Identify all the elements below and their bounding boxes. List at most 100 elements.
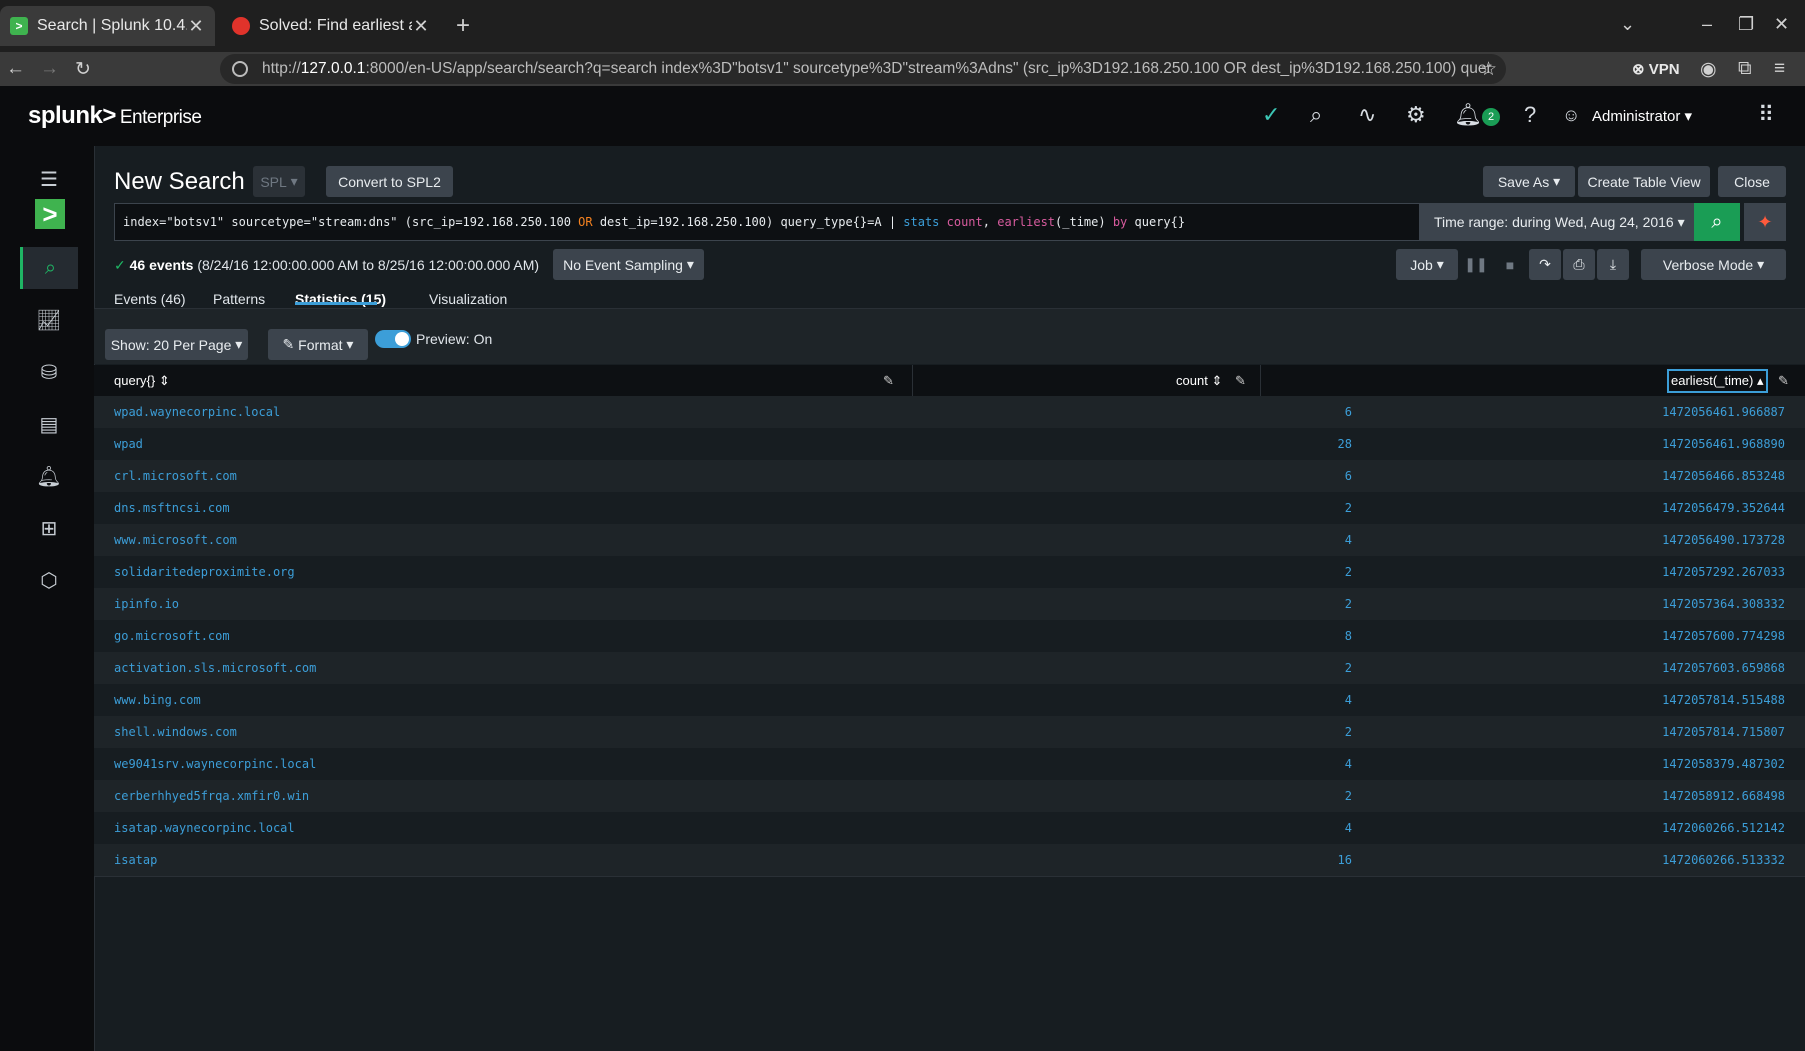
cell-query[interactable]: www.microsoft.com [114,533,237,547]
cell-earliest-time[interactable]: 1472057603.659868 [1662,661,1785,675]
cell-query[interactable]: www.bing.com [114,693,201,707]
cell-earliest-time[interactable]: 1472057364.308332 [1662,597,1785,611]
browser-tab-splunk[interactable]: > Search | Splunk 10.4.1 ✕ [0,6,215,46]
preview-toggle[interactable] [375,330,411,348]
cell-earliest-time[interactable]: 1472056490.173728 [1662,533,1785,547]
restore-icon[interactable]: ❐ [1738,14,1754,35]
cell-earliest-time[interactable]: 1472057814.515488 [1662,693,1785,707]
reload-icon[interactable]: ↻ [75,58,91,81]
close-button[interactable]: Close [1718,166,1786,197]
column-header-count[interactable]: count ⇕ [1176,373,1222,389]
new-tab-icon[interactable]: + [456,12,470,40]
cell-earliest-time[interactable]: 1472060266.512142 [1662,821,1785,835]
tab-patterns[interactable]: Patterns [213,291,265,307]
cell-earliest-time[interactable]: 1472056461.966887 [1662,405,1785,419]
site-info-icon[interactable] [232,61,248,77]
help-icon[interactable]: ? [1524,102,1536,128]
per-page-dropdown[interactable]: Show: 20 Per Page ▾ [105,329,248,360]
cell-count[interactable]: 6 [1345,469,1352,483]
rail-datasets-icon[interactable]: ⛁ [20,351,78,393]
export-icon[interactable]: ⤓ [1597,249,1629,280]
format-dropdown[interactable]: ✎ Format ▾ [268,329,368,360]
cell-count[interactable]: 6 [1345,405,1352,419]
print-icon[interactable]: ⎙ [1563,249,1595,280]
cell-query[interactable]: crl.microsoft.com [114,469,237,483]
rail-analytics-icon[interactable]: 📈︎ [20,299,78,341]
cell-query[interactable]: isatap.waynecorpinc.local [114,821,295,835]
address-bar[interactable]: http://127.0.0.1:8000/en-US/app/search/s… [220,54,1506,84]
cell-count[interactable]: 4 [1345,757,1352,771]
cell-earliest-time[interactable]: 1472056479.352644 [1662,501,1785,515]
search-icon[interactable]: ⌕ [1310,102,1322,128]
ai-assistant-button[interactable]: ✦ [1744,203,1786,241]
tab-events[interactable]: Events (46) [114,291,186,307]
column-header-query[interactable]: query{} ⇕ [114,373,170,389]
extensions-icon[interactable]: ⧉ [1738,58,1752,80]
cell-count[interactable]: 2 [1345,789,1352,803]
settings-gear-icon[interactable]: ⚙ [1406,102,1426,128]
pause-icon[interactable]: ❚❚ [1460,249,1492,280]
cell-count[interactable]: 8 [1345,629,1352,643]
menu-hamburger-icon[interactable]: ☰ [20,158,78,200]
close-tab-icon[interactable]: ✕ [412,16,430,37]
edit-column-icon[interactable]: ✎ [1235,373,1246,389]
user-menu[interactable]: Administrator ▾ [1592,107,1692,125]
health-check-icon[interactable]: ✓ [1262,102,1280,128]
cell-query[interactable]: activation.sls.microsoft.com [114,661,316,675]
profile-icon[interactable]: ◉ [1700,58,1717,81]
close-tab-icon[interactable]: ✕ [187,16,205,37]
window-close-icon[interactable]: ✕ [1774,14,1789,35]
cell-earliest-time[interactable]: 1472060266.513332 [1662,853,1785,867]
cell-earliest-time[interactable]: 1472058912.668498 [1662,789,1785,803]
cell-query[interactable]: solidaritedeproximite.org [114,565,295,579]
cell-earliest-time[interactable]: 1472056461.968890 [1662,437,1785,451]
event-sampling-dropdown[interactable]: No Event Sampling ▾ [553,249,704,280]
back-icon[interactable]: ← [6,58,25,80]
create-table-view-button[interactable]: Create Table View [1578,166,1710,197]
cell-count[interactable]: 2 [1345,597,1352,611]
cell-query[interactable]: dns.msftncsi.com [114,501,230,515]
stop-icon[interactable]: ■ [1494,249,1526,280]
save-as-button[interactable]: Save As ▾ [1483,166,1575,197]
tab-list-chevron-icon[interactable]: ⌄ [1620,14,1635,35]
browser-tab-solved[interactable]: Solved: Find earliest and l ✕ [222,6,440,46]
cell-query[interactable]: we9041srv.waynecorpinc.local [114,757,316,771]
app-grid-icon[interactable]: ⠿ [1758,102,1774,128]
cell-count[interactable]: 4 [1345,533,1352,547]
cell-earliest-time[interactable]: 1472058379.487302 [1662,757,1785,771]
edit-column-icon[interactable]: ✎ [883,373,894,389]
rail-alerts-bell-icon[interactable]: 🔔︎ [20,455,78,497]
cell-count[interactable]: 4 [1345,693,1352,707]
cell-earliest-time[interactable]: 1472057814.715807 [1662,725,1785,739]
column-header-earliest-time[interactable]: earliest(_time) ▴ [1667,369,1768,393]
bookmark-star-icon[interactable]: ☆ [1480,58,1497,81]
cell-earliest-time[interactable]: 1472057292.267033 [1662,565,1785,579]
cell-earliest-time[interactable]: 1472056466.853248 [1662,469,1785,483]
share-icon[interactable]: ↷ [1529,249,1561,280]
cell-query[interactable]: cerberhhyed5frqa.xmfir0.win [114,789,309,803]
cell-count[interactable]: 2 [1345,725,1352,739]
notifications-bell-icon[interactable]: 🔔︎ [1454,102,1482,128]
tab-visualization[interactable]: Visualization [429,291,507,307]
splunk-logo[interactable]: splunk> Enterprise [28,102,202,130]
cell-count[interactable]: 4 [1345,821,1352,835]
cell-count[interactable]: 2 [1345,661,1352,675]
cell-count[interactable]: 2 [1345,565,1352,579]
cell-query[interactable]: ipinfo.io [114,597,179,611]
rail-apps-cube-icon[interactable]: ⬡ [20,559,78,601]
edit-column-icon[interactable]: ✎ [1778,373,1789,389]
vpn-button[interactable]: ⊗ VPN [1632,60,1680,78]
spl-dropdown[interactable]: SPL ▾ [253,166,305,197]
search-app-logo[interactable]: > [35,199,65,229]
cell-count[interactable]: 16 [1338,853,1352,867]
rail-search-icon[interactable]: ⌕ [20,247,78,289]
search-query-input[interactable]: index="botsv1" sourcetype="stream:dns" (… [114,203,1420,241]
activity-icon[interactable]: ∿ [1358,102,1376,128]
job-menu-button[interactable]: Job ▾ [1396,249,1458,280]
time-range-picker[interactable]: Time range: during Wed, Aug 24, 2016 ▾ [1420,203,1694,241]
cell-count[interactable]: 2 [1345,501,1352,515]
convert-spl2-button[interactable]: Convert to SPL2 [326,166,453,197]
minimize-icon[interactable]: – [1702,14,1712,35]
cell-query[interactable]: wpad [114,437,143,451]
search-mode-dropdown[interactable]: Verbose Mode ▾ [1641,249,1786,280]
